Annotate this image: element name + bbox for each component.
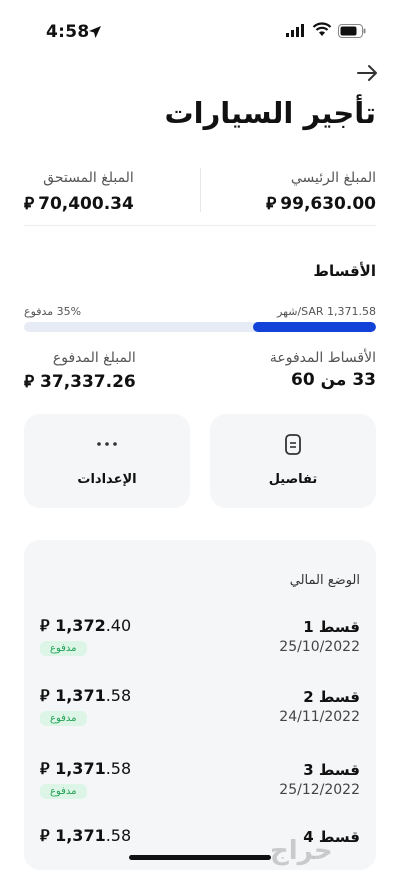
riyal-symbol-icon: ⃁ (40, 826, 50, 845)
riyal-symbol-icon: ⃁ (266, 194, 277, 214)
paid-installments-block: الأقساط المدفوعة 33 من 60 (270, 350, 376, 390)
installment-amount: ⃁ 1,372.40 (40, 616, 132, 635)
installment-name: قسط 3 (303, 761, 360, 779)
installment-name: قسط 1 (303, 618, 360, 636)
paid-amount-block: المبلغ المدفوع ⃁ 37,337.26 (24, 350, 136, 392)
principal-value: ⃁ 99,630.00 (266, 194, 376, 214)
page-title: تأجير السيارات (164, 96, 377, 130)
installment-date: 25/10/2022 (279, 639, 360, 655)
riyal-symbol-icon: ⃁ (40, 759, 50, 778)
battery-icon (338, 24, 366, 38)
due-label: المبلغ المستحق (43, 170, 134, 186)
paid-installments-label: الأقساط المدفوعة (269, 350, 376, 366)
back-arrow-icon[interactable] (356, 64, 378, 82)
location-arrow-icon (89, 26, 101, 38)
paid-amount-label: المبلغ المدفوع (52, 350, 136, 366)
riyal-symbol-icon: ⃁ (24, 372, 35, 392)
installments-title: الأقساط (313, 262, 376, 280)
progress-fill (252, 322, 376, 332)
home-indicator[interactable] (129, 855, 271, 860)
section-divider (24, 225, 376, 226)
watermark: حراج (270, 836, 333, 866)
installments-progress-bar (24, 322, 376, 332)
installment-name: قسط 2 (303, 688, 360, 706)
due-value: ⃁ 70,400.34 (24, 194, 134, 214)
riyal-symbol-icon: ⃁ (40, 686, 50, 705)
installment-amount: ⃁ 1,371.58 (40, 826, 132, 845)
status-badge: مدفوع (40, 711, 87, 726)
cellular-signal-icon (286, 24, 304, 37)
installment-row[interactable]: قسط 2 24/11/2022 ⃁ 1,371.58 مدفوع (24, 686, 376, 750)
principal-amount-block: المبلغ الرئيسي ⃁ 99,630.00 (266, 170, 376, 214)
installment-row[interactable]: قسط 1 25/10/2022 ⃁ 1,372.40 مدفوع (24, 616, 376, 680)
installment-row[interactable]: قسط 3 25/12/2022 ⃁ 1,371.58 مدفوع (24, 759, 376, 823)
details-button-label: تفاصيل (268, 472, 318, 487)
financial-status-card: الوضع المالي قسط 1 25/10/2022 ⃁ 1,372.40… (24, 540, 376, 870)
status-bar: 4:58 (0, 0, 400, 60)
installment-date: 24/11/2022 (279, 709, 360, 725)
paid-amount-value: ⃁ 37,337.26 (24, 372, 136, 392)
installment-date: 25/12/2022 (279, 782, 360, 798)
document-icon (285, 434, 301, 455)
paid-percent-text: 35% مدفوع (24, 305, 82, 318)
status-time: 4:58 (46, 22, 90, 42)
monthly-amount-text: SAR 1,371.58/شهر (277, 305, 376, 318)
settings-button[interactable]: الإعدادات (24, 414, 190, 508)
details-button[interactable]: تفاصيل (210, 414, 376, 508)
riyal-symbol-icon: ⃁ (24, 194, 35, 214)
installment-amount: ⃁ 1,371.58 (40, 759, 132, 778)
due-amount-block: المبلغ المستحق ⃁ 70,400.34 (24, 170, 134, 214)
status-badge: مدفوع (40, 784, 87, 799)
status-badge: مدفوع (40, 641, 87, 656)
installment-amount: ⃁ 1,371.58 (40, 686, 132, 705)
summary-divider (200, 168, 201, 212)
more-dots-icon (97, 442, 117, 446)
principal-label: المبلغ الرئيسي (290, 170, 376, 186)
settings-button-label: الإعدادات (77, 472, 137, 487)
paid-installments-value: 33 من 60 (290, 370, 376, 390)
wifi-icon (312, 22, 332, 36)
riyal-symbol-icon: ⃁ (40, 616, 50, 635)
financial-status-title: الوضع المالي (289, 573, 360, 588)
